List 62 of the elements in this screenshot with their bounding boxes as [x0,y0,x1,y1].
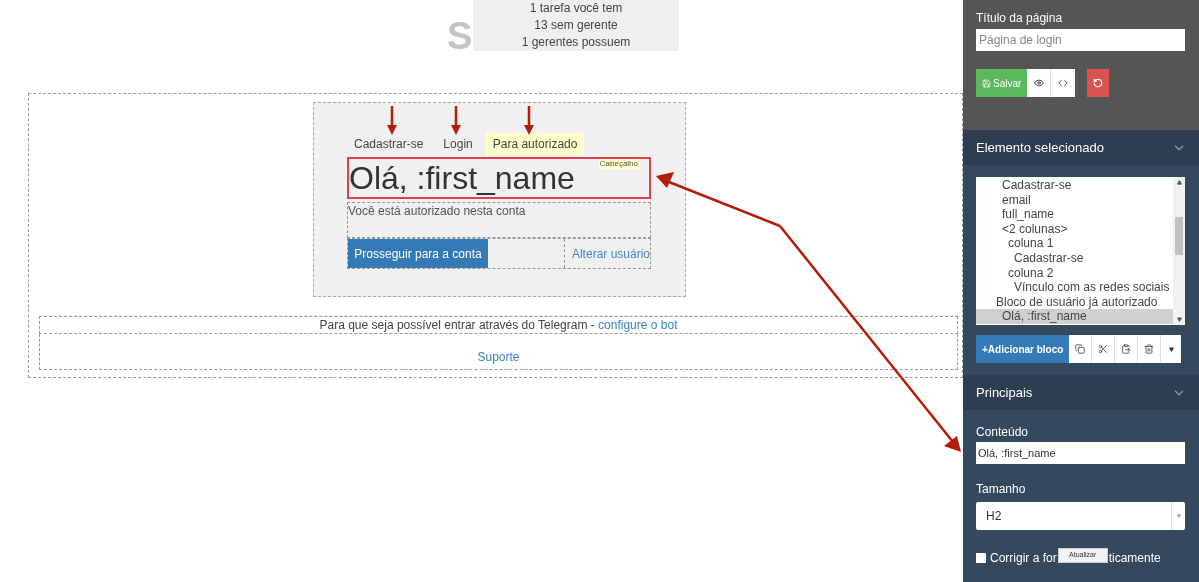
message-block: Você está autorizado nesta conta [347,202,651,238]
tab[interactable]: Login [436,133,480,155]
field-label: Conteúdo [976,424,1030,441]
heading-block[interactable]: Olá, :first_name Cabeçalho [347,157,651,199]
annotation-arrow [451,106,461,135]
copy-button[interactable] [1069,335,1093,363]
checkbox[interactable] [976,553,986,563]
section-header[interactable]: Elemento selecionado [963,130,1199,165]
stats-line: 1 tarefa você tem [529,0,623,17]
tree-item[interactable]: email [976,192,1173,208]
tree-item[interactable]: full_name [976,207,1173,222]
checkbox-label: ticamente [1108,550,1161,567]
add-block-button[interactable]: +Adicionar bloco [976,335,1070,363]
trash-icon [1144,344,1155,354]
tree-item[interactable]: coluna 1 [976,236,1173,251]
size-select[interactable]: H2 [976,502,1185,530]
continue-button[interactable]: Prosseguir para a conta [348,239,488,268]
page-title-field[interactable]: Página de login [976,29,1185,51]
tree-item[interactable]: Olá, :first_name [976,309,1173,324]
save-icon [982,78,991,88]
eye-icon [1033,78,1044,88]
preview-button[interactable] [1027,69,1052,97]
change-user-link[interactable]: Alterar usuário [571,244,650,263]
tab[interactable]: Cadastrar-se [347,133,431,155]
section-header[interactable]: Principais [963,375,1199,410]
annotation-arrow [387,106,397,135]
field-label: Título da página [976,10,1064,27]
tree-item[interactable]: <2 colunas> [976,221,1173,237]
copy-icon [1075,344,1086,354]
telegram-note: Para que seja possível entrar através do Telegram - configure o bot [319,317,678,334]
field-label: Tamanho [976,481,1027,498]
checkbox-label: Corrigir a for [990,550,1057,567]
scroll-thumb[interactable] [1175,217,1183,255]
tree-item[interactable]: coluna 2 [976,265,1173,281]
scrollbar[interactable] [1173,177,1185,325]
scroll-up-icon[interactable] [1176,180,1182,185]
tree-item[interactable]: Bloco de usuário já autorizado [976,294,1173,310]
stats-line: 1 gerentes possuem [521,34,631,51]
caret-icon [1176,514,1181,518]
more-button[interactable] [1161,335,1182,363]
tab[interactable]: Para autorizado [485,133,585,155]
undo-icon [1093,78,1104,88]
element-tag: Cabeçalho [598,159,639,169]
paste-button[interactable] [1115,335,1139,363]
code-icon [1058,78,1069,88]
tree-item[interactable]: Vínculo com as redes sociais [976,280,1173,295]
clipboard-icon [1121,344,1132,354]
support-link[interactable]: Suporte [477,348,520,366]
scroll-down-icon[interactable] [1176,317,1182,322]
reset-button[interactable] [1087,69,1110,97]
tree-item[interactable]: Cadastrar-se [976,250,1173,266]
annotation-arrow [524,106,534,135]
content-field[interactable]: Olá, :first_name [976,442,1185,464]
stats-line: 13 sem gerente [534,17,618,34]
code-button[interactable] [1051,69,1076,97]
tree-item[interactable]: Cadastrar-se [976,178,1173,193]
heading-text: Olá, :first_name [349,160,575,196]
caret-icon [1168,346,1174,352]
page-heading: S [447,14,473,59]
cut-button[interactable] [1092,335,1116,363]
scissors-icon [1098,344,1109,354]
configure-bot-link[interactable]: configure o bot [598,318,678,332]
